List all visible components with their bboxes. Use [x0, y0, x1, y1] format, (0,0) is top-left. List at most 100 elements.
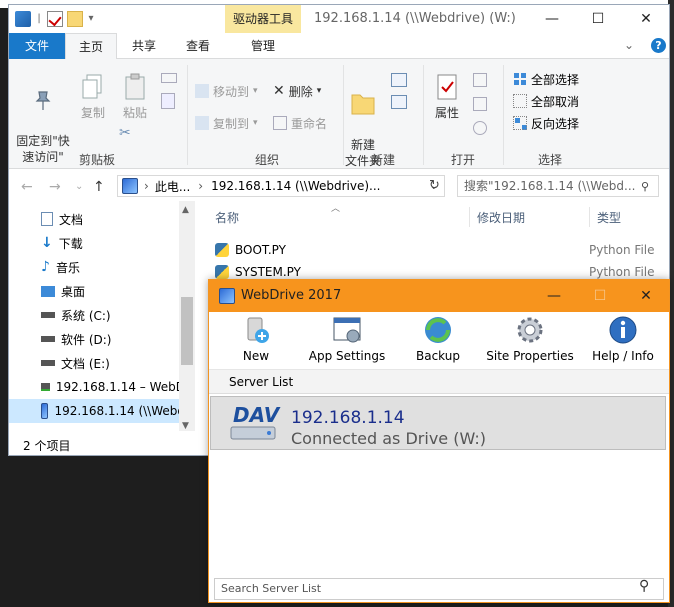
column-header-type[interactable]: 类型: [597, 209, 621, 226]
close-button[interactable]: ✕: [623, 280, 669, 312]
drive-icon: [41, 336, 55, 342]
server-host: 192.168.1.14: [291, 408, 405, 428]
download-icon: ↓: [41, 235, 53, 251]
breadcrumb-webdrive[interactable]: 192.168.1.14 (\\Webdrive)...: [211, 179, 380, 193]
back-button[interactable]: ←: [21, 179, 33, 195]
minimize-button[interactable]: —: [529, 5, 575, 33]
open-icon[interactable]: [473, 73, 487, 87]
background-terminal: [0, 455, 210, 607]
tab-file[interactable]: 文件: [9, 33, 65, 59]
scrollbar-thumb[interactable]: [181, 297, 193, 365]
copy-path-icon[interactable]: [161, 73, 177, 83]
sidebar-item-music[interactable]: ♪ 音乐: [9, 255, 185, 279]
paste-button[interactable]: 粘贴: [117, 73, 153, 121]
tab-view[interactable]: 查看: [173, 33, 223, 59]
group-label-new: 新建: [370, 153, 395, 167]
rename-button[interactable]: 重命名: [273, 113, 327, 133]
breadcrumb-separator: ›: [198, 179, 204, 193]
webdrive-titlebar: WebDrive 2017 — ☐ ✕: [209, 280, 669, 312]
column-header-name[interactable]: 名称: [215, 209, 239, 226]
help-icon[interactable]: ?: [651, 38, 666, 53]
sidebar-item-desktop[interactable]: 桌面: [9, 279, 185, 303]
sidebar-item-label: 桌面: [61, 284, 86, 299]
close-button[interactable]: ✕: [623, 5, 669, 33]
site-properties-button[interactable]: Site Properties: [485, 314, 575, 363]
new-item-icon[interactable]: [391, 73, 407, 87]
explorer-titlebar: | ▾ 驱动器工具 192.168.1.14 (\\Webdrive) (W:)…: [9, 5, 669, 33]
chevron-down-icon[interactable]: ⌄: [624, 38, 634, 52]
recent-locations-chevron-icon[interactable]: ⌄: [75, 181, 83, 192]
invert-selection-label: 反向选择: [531, 116, 580, 131]
tab-share[interactable]: 共享: [119, 33, 169, 59]
help-info-button[interactable]: Help / Info: [589, 314, 657, 363]
desktop-icon: [41, 285, 55, 297]
sidebar-item-webdrive[interactable]: 192.168.1.14 (\\Webd: [9, 399, 185, 423]
quick-access-toolbar: | ▾: [15, 11, 95, 27]
sidebar-item-drive-d[interactable]: 软件 (D:): [9, 327, 185, 351]
delete-button[interactable]: ✕ 删除 ▾: [273, 81, 321, 101]
refresh-icon[interactable]: ↻: [429, 178, 440, 193]
pin-icon: [35, 91, 51, 110]
properties-button[interactable]: 属性: [429, 73, 465, 121]
webdrive-icon: [219, 288, 235, 304]
server-search-input[interactable]: Search Server List: [214, 578, 664, 600]
sidebar-item-drive-e[interactable]: 文档 (E:): [9, 351, 185, 375]
address-row: ← → ⌄ ↑ › 此电... › 192.168.1.14 (\\Webdri…: [9, 171, 669, 201]
forward-button[interactable]: →: [49, 179, 61, 195]
copy-to-icon: [195, 116, 209, 130]
minimize-button[interactable]: —: [531, 280, 577, 312]
select-all-icon: [513, 72, 527, 86]
select-none-button[interactable]: 全部取消: [513, 91, 579, 111]
tab-home[interactable]: 主页: [65, 33, 117, 60]
new-button[interactable]: New: [235, 314, 277, 363]
copy-button[interactable]: 复制: [75, 73, 111, 121]
rename-label: 重命名: [291, 116, 328, 131]
divider: [423, 65, 424, 165]
maximize-button[interactable]: ☐: [575, 5, 621, 33]
new-folder-icon[interactable]: [67, 11, 83, 27]
sidebar-item-network-drive[interactable]: 192.168.1.14 – WebD: [9, 375, 185, 399]
music-icon: ♪: [41, 259, 50, 275]
divider: [503, 65, 504, 165]
sidebar-item-documents[interactable]: 文档: [9, 207, 185, 231]
app-settings-button[interactable]: App Settings: [307, 314, 387, 363]
column-header-modified[interactable]: 修改日期: [477, 209, 525, 226]
site-properties-label: Site Properties: [486, 349, 574, 363]
chevron-down-icon[interactable]: ▼: [182, 421, 189, 431]
sidebar-item-downloads[interactable]: ↓ 下载: [9, 231, 185, 255]
chevron-up-icon[interactable]: ▲: [182, 205, 189, 215]
drive-icon[interactable]: [15, 11, 31, 27]
webdrive-window: WebDrive 2017 — ☐ ✕ New App Settings Bac…: [208, 279, 670, 603]
sidebar-item-label: 192.168.1.14 – WebD: [55, 380, 185, 394]
ribbon-tabs: 文件 主页 共享 查看 管理 ⌄ ?: [9, 33, 669, 60]
invert-selection-button[interactable]: 反向选择: [513, 113, 579, 133]
cut-icon[interactable]: ✂: [119, 125, 131, 141]
move-to-button[interactable]: 移动到 ▾: [195, 81, 258, 101]
breadcrumb-this-pc[interactable]: 此电...: [155, 178, 190, 195]
delete-icon: ✕: [273, 83, 285, 99]
up-button[interactable]: ↑: [93, 179, 105, 195]
edit-icon[interactable]: [473, 97, 487, 111]
search-icon[interactable]: ⚲: [639, 578, 649, 594]
tab-manage[interactable]: 管理: [233, 33, 293, 59]
copy-label: 复制: [80, 106, 105, 120]
sidebar-item-drive-c[interactable]: 系统 (C:): [9, 303, 185, 327]
properties-icon[interactable]: [47, 11, 63, 27]
chevron-down-icon[interactable]: ▾: [87, 11, 95, 27]
history-icon[interactable]: [473, 121, 487, 135]
server-list-item[interactable]: DAV 192.168.1.14 Connected as Drive (W:): [210, 396, 666, 450]
divider: [469, 207, 470, 227]
table-row[interactable]: BOOT.PY Python File: [205, 239, 669, 261]
search-input[interactable]: 搜索"192.168.1.14 (\\Webd...: [457, 175, 659, 197]
paste-shortcut-icon[interactable]: [161, 93, 175, 109]
easy-access-icon[interactable]: [391, 95, 407, 109]
search-icon[interactable]: ⚲: [641, 180, 649, 193]
backup-icon: [425, 317, 451, 343]
select-all-button[interactable]: 全部选择: [513, 69, 579, 89]
maximize-button[interactable]: ☐: [577, 280, 623, 312]
copy-to-button[interactable]: 复制到 ▾: [195, 113, 258, 133]
delete-label: 删除: [288, 84, 313, 99]
backup-button[interactable]: Backup: [415, 314, 461, 363]
address-bar[interactable]: › 此电... › 192.168.1.14 (\\Webdrive)... ⌄: [117, 175, 445, 197]
properties-label: 属性: [434, 106, 459, 120]
